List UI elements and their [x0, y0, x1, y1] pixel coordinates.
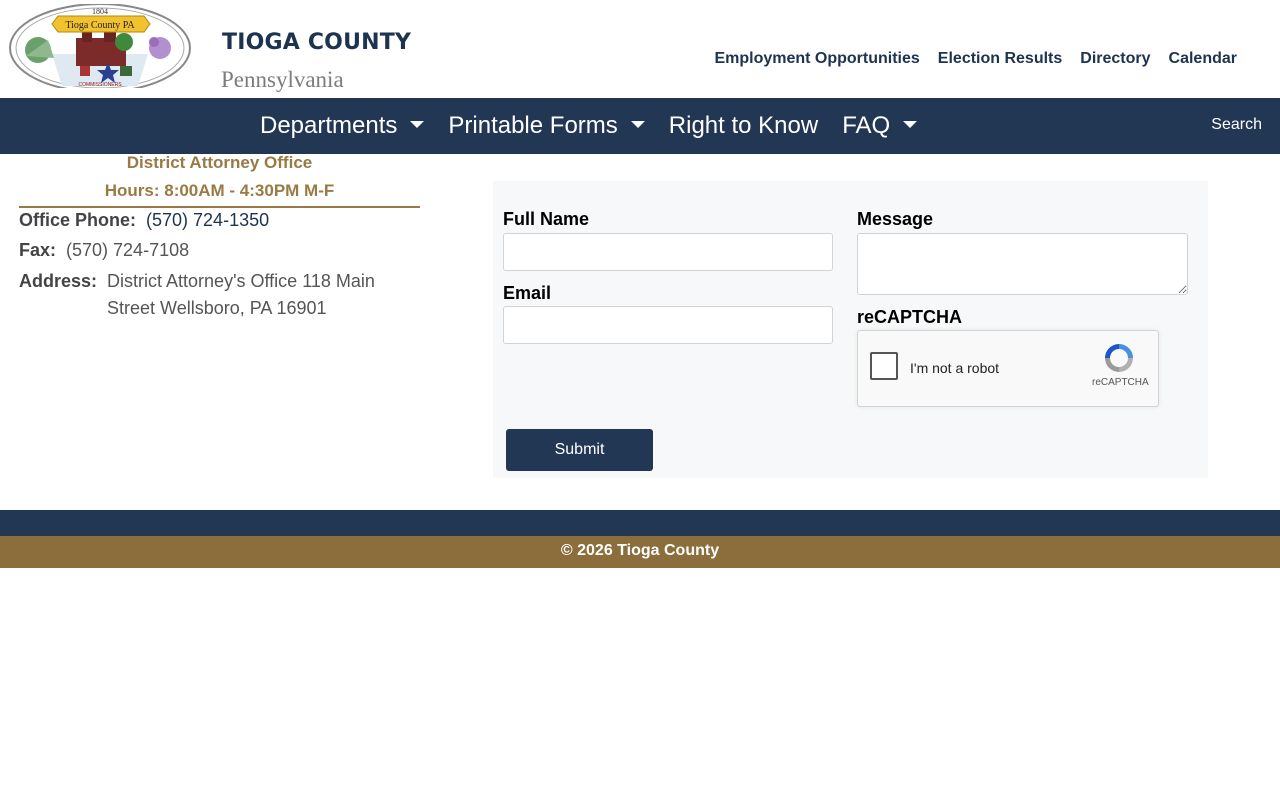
office-fax-value: (570) 724-7108 [66, 240, 190, 260]
svg-text:Tioga County PA: Tioga County PA [65, 20, 135, 31]
nav-departments[interactable]: Departments [260, 112, 425, 140]
caret-down-icon [630, 120, 645, 128]
recaptcha-widget: I'm not a robot reCAPTCHA [857, 330, 1159, 407]
link-employment-opportunities[interactable]: Employment Opportunities [714, 50, 919, 68]
footer-copyright: © 2026 Tioga County [0, 536, 1280, 568]
email-input[interactable] [503, 306, 833, 344]
link-directory[interactable]: Directory [1080, 50, 1150, 68]
nav-printable-forms-label: Printable Forms [448, 112, 618, 139]
caret-down-icon [410, 120, 425, 128]
email-label: Email [503, 283, 552, 303]
full-name-input[interactable] [503, 233, 833, 271]
office-phone-label: Office Phone: [19, 210, 137, 230]
office-address-label: Address: [19, 271, 98, 291]
caret-down-icon [903, 120, 918, 128]
link-calendar[interactable]: Calendar [1169, 50, 1237, 68]
office-phone-link[interactable]: (570) 724-1350 [146, 210, 269, 231]
office-address-row: Address: District Attorney's Office 118 … [19, 268, 420, 322]
site-header: Tioga County PA 1804 COMMISSIONERS TIOGA… [0, 0, 1280, 98]
site-title[interactable]: TIOGA COUNTY [222, 30, 411, 55]
recaptcha-label: reCAPTCHA [857, 307, 963, 327]
main-nav: Departments Printable Forms Right to Kno… [0, 98, 1280, 154]
main-menu: Departments Printable Forms Right to Kno… [260, 98, 941, 154]
nav-departments-label: Departments [260, 112, 398, 139]
search-link[interactable]: Search [1211, 116, 1262, 134]
full-name-label: Full Name [503, 209, 590, 229]
message-label: Message [857, 209, 934, 229]
utility-nav: Employment Opportunities Election Result… [714, 50, 1237, 68]
office-hours: Hours: 8:00AM - 4:30PM M-F [19, 182, 420, 208]
seal-icon: Tioga County PA 1804 COMMISSIONERS [9, 3, 191, 93]
county-seal-logo[interactable]: Tioga County PA 1804 COMMISSIONERS [8, 3, 193, 93]
recaptcha-brand: reCAPTCHA [1092, 377, 1149, 388]
nav-right-to-know[interactable]: Right to Know [669, 112, 818, 140]
nav-printable-forms[interactable]: Printable Forms [448, 112, 645, 140]
nav-right-to-know-label: Right to Know [668, 112, 819, 139]
office-phone-row: Office Phone: (570) 724-1350 [19, 210, 269, 231]
recaptcha-text: I'm not a robot [910, 360, 1000, 376]
nav-faq-label: FAQ [842, 112, 891, 139]
office-fax-label: Fax: [19, 240, 57, 260]
office-address-value: District Attorney's Office 118 Main Stre… [107, 271, 375, 318]
office-info: District Attorney Office Hours: 8:00AM -… [19, 153, 420, 318]
office-title: District Attorney Office [126, 153, 313, 172]
link-election-results[interactable]: Election Results [938, 50, 1062, 68]
recaptcha-checkbox[interactable] [870, 352, 898, 380]
site-subtitle: Pennsylvania [221, 67, 344, 92]
svg-text:COMMISSIONERS: COMMISSIONERS [78, 82, 122, 88]
contact-form: Full Name Email Message reCAPTCHA I'm no… [493, 181, 1208, 478]
message-textarea[interactable] [857, 233, 1188, 295]
submit-button[interactable]: Submit [506, 429, 653, 471]
svg-text:1804: 1804 [92, 7, 108, 16]
recaptcha-logo-icon [1105, 344, 1133, 372]
footer-bar [0, 510, 1280, 536]
nav-faq[interactable]: FAQ [842, 112, 918, 140]
office-fax-row: Fax: (570) 724-7108 [19, 240, 189, 261]
